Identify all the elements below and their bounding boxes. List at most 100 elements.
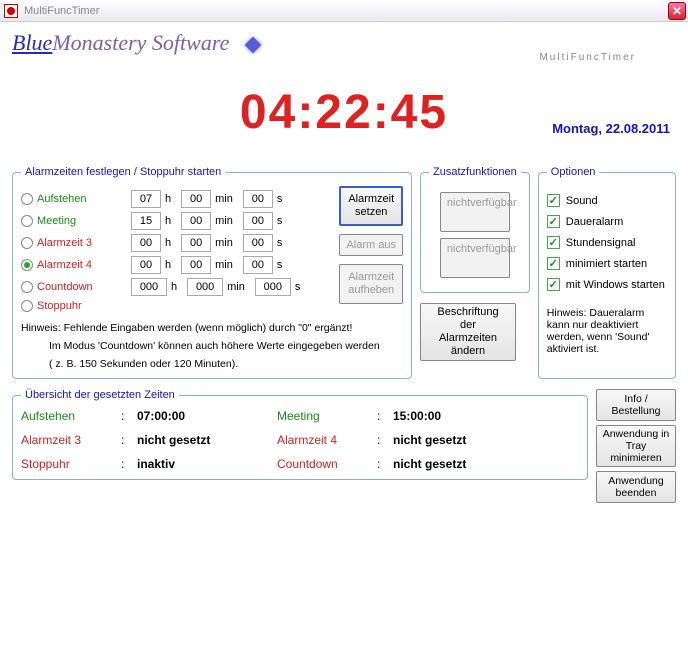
alarm-radio-4[interactable] (21, 281, 33, 293)
extra-button-1[interactable]: nichtverfügbar (440, 192, 510, 232)
alarm-2-s-input[interactable] (243, 234, 273, 252)
alarm-label-4: Countdown (37, 281, 127, 293)
option-2[interactable]: Stundensignal (547, 236, 667, 249)
option-checkbox-0[interactable] (547, 194, 560, 207)
unit-m: min (215, 259, 233, 271)
unit-h: h (165, 259, 171, 271)
alarm-radio-0[interactable] (21, 193, 33, 205)
alarm-3-s-input[interactable] (243, 256, 273, 274)
alarm-4-m-input[interactable] (187, 278, 223, 296)
alarm-1-h-input[interactable] (131, 212, 161, 230)
set-alarm-button[interactable]: Alarmzeit setzen (339, 186, 403, 226)
close-button[interactable]: ✕ (668, 2, 686, 20)
overview-cell-1-3: Alarmzeit 4 (277, 433, 377, 447)
unit-m: min (215, 215, 233, 227)
overview-cell-2-5: nicht gesetzt (393, 457, 579, 471)
alarm-3-m-input[interactable] (181, 256, 211, 274)
window-title: MultiFuncTimer (24, 5, 99, 17)
clock-row: 04:22:45 Montag, 22.08.2011 (0, 85, 688, 140)
overview-cell-0-1: : (121, 409, 137, 423)
minimize-tray-button[interactable]: Anwendung inTrayminimieren (596, 425, 676, 467)
logo-rest: Monastery Software (52, 30, 229, 55)
unit-m: min (227, 281, 245, 293)
alarm-label-5: Stoppuhr (37, 300, 127, 312)
unit-h: h (165, 215, 171, 227)
extras-legend: Zusatzfunktionen (429, 166, 521, 178)
app-icon (4, 4, 18, 18)
unit-s: s (277, 237, 283, 249)
alarm-label-2: Alarmzeit 3 (37, 237, 127, 249)
alarm-row-0: Aufstehen h min s (21, 190, 329, 208)
overview-cell-0-0: Aufstehen (21, 409, 121, 423)
unit-h: h (165, 193, 171, 205)
options-fieldset: Optionen Sound Daueralarm Stundensignal min… (538, 166, 676, 379)
option-label-4: mit Windows starten (566, 279, 665, 291)
rename-alarms-button[interactable]: Beschriftung der Alarmzeiten ändern (420, 303, 516, 361)
alarm-1-s-input[interactable] (243, 212, 273, 230)
alarm-label-3: Alarmzeit 4 (37, 259, 127, 271)
overview-cell-2-3: Countdown (277, 457, 377, 471)
alarm-0-s-input[interactable] (243, 190, 273, 208)
overview-cell-2-1: : (121, 457, 137, 471)
overview-cell-2-4: : (377, 457, 393, 471)
alarm-2-h-input[interactable] (131, 234, 161, 252)
alarm-radio-1[interactable] (21, 215, 33, 227)
logo-area: BlueMonastery Software MultiFuncTimer (0, 22, 688, 67)
overview-cell-2-2: inaktiv (137, 457, 277, 471)
option-3[interactable]: minimiert starten (547, 257, 667, 270)
alarm-off-button[interactable]: Alarm aus (339, 234, 403, 256)
option-label-3: minimiert starten (566, 258, 647, 270)
alarms-fieldset: Alarmzeiten festlegen / Stoppuhr starten… (12, 166, 412, 379)
alarm-radio-5[interactable] (21, 300, 33, 312)
unit-m: min (215, 237, 233, 249)
unit-s: s (277, 193, 283, 205)
alarm-3-h-input[interactable] (131, 256, 161, 274)
option-checkbox-3[interactable] (547, 257, 560, 270)
alarm-row-4: Countdownhmins (21, 278, 329, 296)
alarm-row-5: Stoppuhr (21, 300, 329, 312)
option-0[interactable]: Sound (547, 194, 667, 207)
overview-cell-1-0: Alarmzeit 3 (21, 433, 121, 447)
alarms-legend: Alarmzeiten festlegen / Stoppuhr starten (21, 166, 225, 178)
overview-cell-1-5: nicht gesetzt (393, 433, 579, 447)
alarm-2-m-input[interactable] (181, 234, 211, 252)
alarm-4-s-input[interactable] (255, 278, 291, 296)
clock-display: 04:22:45 (240, 85, 448, 140)
exit-button[interactable]: Anwendungbeenden (596, 471, 676, 503)
info-button[interactable]: Info /Bestellung (596, 389, 676, 421)
option-checkbox-2[interactable] (547, 236, 560, 249)
overview-cell-0-3: Meeting (277, 409, 377, 423)
alarm-1-m-input[interactable] (181, 212, 211, 230)
titlebar: MultiFuncTimer ✕ (0, 0, 688, 22)
alarm-label-0: Aufstehen (37, 193, 127, 205)
unit-h: h (171, 281, 177, 293)
overview-cell-0-5: 15:00:00 (393, 409, 579, 423)
alarm-radio-3[interactable] (21, 259, 33, 271)
option-1[interactable]: Daueralarm (547, 215, 667, 228)
unit-m: min (215, 193, 233, 205)
option-checkbox-1[interactable] (547, 215, 560, 228)
lift-alarm-button[interactable]: Alarmzeit aufheben (339, 264, 403, 304)
alarm-hint-3: ( z. B. 150 Sekunden oder 120 Minuten). (21, 358, 403, 370)
overview-cell-1-1: : (121, 433, 137, 447)
overview-cell-2-0: Stoppuhr (21, 457, 121, 471)
options-hint: Hinweis: Daueralarm kann nur deaktiviert… (547, 307, 667, 355)
options-legend: Optionen (547, 166, 600, 178)
overview-fieldset: Übersicht der gesetzten Zeiten Aufstehen… (12, 389, 588, 480)
alarm-row-2: Alarmzeit 3 h min s (21, 234, 329, 252)
alarm-radio-2[interactable] (21, 237, 33, 249)
alarm-4-h-input[interactable] (131, 278, 167, 296)
option-4[interactable]: mit Windows starten (547, 278, 667, 291)
alarm-0-m-input[interactable] (181, 190, 211, 208)
overview-cell-1-4: : (377, 433, 393, 447)
alarm-label-1: Meeting (37, 215, 127, 227)
option-checkbox-4[interactable] (547, 278, 560, 291)
alarm-0-h-input[interactable] (131, 190, 161, 208)
overview-cell-1-2: nicht gesetzt (137, 433, 277, 447)
alarm-row-1: Meetinghmins (21, 212, 329, 230)
extra-button-2[interactable]: nichtverfügbar (440, 238, 510, 278)
unit-s: s (277, 259, 283, 271)
option-label-2: Stundensignal (566, 237, 636, 249)
option-label-1: Daueralarm (566, 216, 623, 228)
unit-h: h (165, 237, 171, 249)
